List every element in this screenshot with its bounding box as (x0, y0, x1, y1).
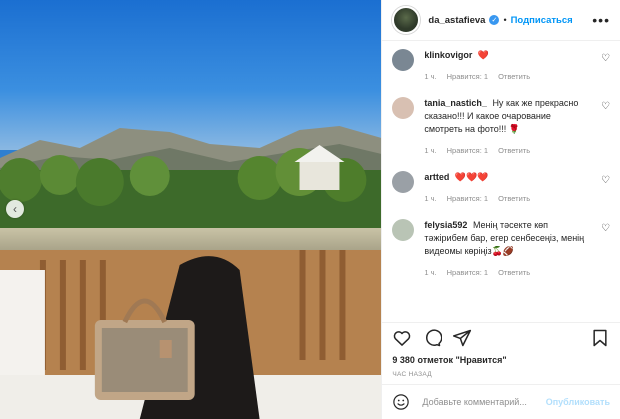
comment-text: ❤️❤️❤️ (454, 172, 489, 182)
reply-button[interactable]: Ответить (498, 70, 530, 83)
comment-text: ❤️ (477, 50, 490, 60)
comment-meta: 1 ч. Нравится: 1 Ответить (424, 266, 584, 279)
post-actions (382, 322, 620, 353)
commenter-avatar[interactable] (392, 219, 415, 241)
comment-like-icon[interactable]: ♡ (601, 53, 610, 64)
commenter-avatar[interactable] (392, 171, 415, 193)
likes-number: 9 380 (392, 355, 415, 365)
comment-like-icon[interactable]: ♡ (601, 223, 610, 234)
reply-button[interactable]: Ответить (498, 144, 530, 157)
post-header: da_astafieva ✓ • Подписаться ••• (382, 0, 620, 41)
comments-list: klinkovigor ❤️ 1 ч. Нравится: 1 Ответить… (382, 41, 620, 322)
comment-likes[interactable]: Нравится: 1 (447, 144, 488, 157)
commenter-username[interactable]: felysia592 (424, 220, 467, 230)
verified-badge-icon: ✓ (489, 15, 500, 25)
publish-button[interactable]: Опубликовать (546, 397, 610, 407)
reply-button[interactable]: Ответить (498, 266, 530, 279)
comment-item: tania_nastich_ Ну как же прекрасно сказа… (392, 97, 610, 157)
separator-dot: • (503, 15, 507, 25)
post-photo[interactable]: ‹ (0, 0, 382, 419)
comment-bubble-icon[interactable] (422, 328, 443, 348)
paper-plane-icon[interactable] (452, 328, 472, 348)
commenter-avatar[interactable] (392, 49, 415, 71)
comment-time[interactable]: 1 ч. (424, 144, 436, 157)
more-options-icon[interactable]: ••• (592, 12, 610, 28)
author-username[interactable]: da_astafieva (428, 15, 485, 26)
comment-likes[interactable]: Нравится: 1 (447, 266, 488, 279)
comment-meta: 1 ч. Нравится: 1 Ответить (424, 192, 584, 205)
reply-button[interactable]: Ответить (498, 192, 530, 205)
post-timestamp[interactable]: ЧАС НАЗАД (382, 367, 620, 384)
follow-button[interactable]: Подписаться (511, 15, 573, 26)
comment-meta: 1 ч. Нравится: 1 Ответить (424, 144, 584, 157)
heart-outline-icon[interactable] (392, 328, 412, 348)
comment-item: artted ❤️❤️❤️ 1 ч. Нравится: 1 Ответить … (392, 171, 610, 205)
commenter-username[interactable]: tania_nastich_ (424, 98, 487, 108)
photo-trees (0, 145, 382, 235)
comment-like-icon[interactable]: ♡ (601, 101, 610, 112)
comment-likes[interactable]: Нравится: 1 (447, 70, 488, 83)
photo-boat-deck (0, 250, 382, 419)
comment-time[interactable]: 1 ч. (424, 70, 436, 83)
comment-item: felysia592 Менің тәсекте көп тәжірибем б… (392, 219, 610, 279)
chevron-left-icon[interactable]: ‹ (6, 200, 24, 218)
instagram-post: ‹ da_astafieva ✓ • Подписаться ••• klink… (0, 0, 620, 419)
comment-meta: 1 ч. Нравится: 1 Ответить (424, 70, 584, 83)
bookmark-icon[interactable] (590, 328, 610, 348)
commenter-avatar[interactable] (392, 97, 415, 119)
smiley-icon[interactable] (392, 393, 410, 411)
likes-label: отметок "Нравится" (417, 355, 507, 365)
comment-time[interactable]: 1 ч. (424, 266, 436, 279)
comment-likes[interactable]: Нравится: 1 (447, 192, 488, 205)
likes-count[interactable]: 9 380 отметок "Нравится" (382, 353, 620, 367)
comment-like-icon[interactable]: ♡ (601, 175, 610, 186)
comment-item: klinkovigor ❤️ 1 ч. Нравится: 1 Ответить… (392, 49, 610, 83)
commenter-username[interactable]: klinkovigor (424, 50, 472, 60)
comment-time[interactable]: 1 ч. (424, 192, 436, 205)
author-avatar[interactable] (392, 6, 421, 34)
commenter-username[interactable]: artted (424, 172, 449, 182)
add-comment-bar: Опубликовать (382, 384, 620, 419)
comment-input[interactable] (420, 396, 546, 408)
post-side-panel: da_astafieva ✓ • Подписаться ••• klinkov… (381, 0, 620, 419)
